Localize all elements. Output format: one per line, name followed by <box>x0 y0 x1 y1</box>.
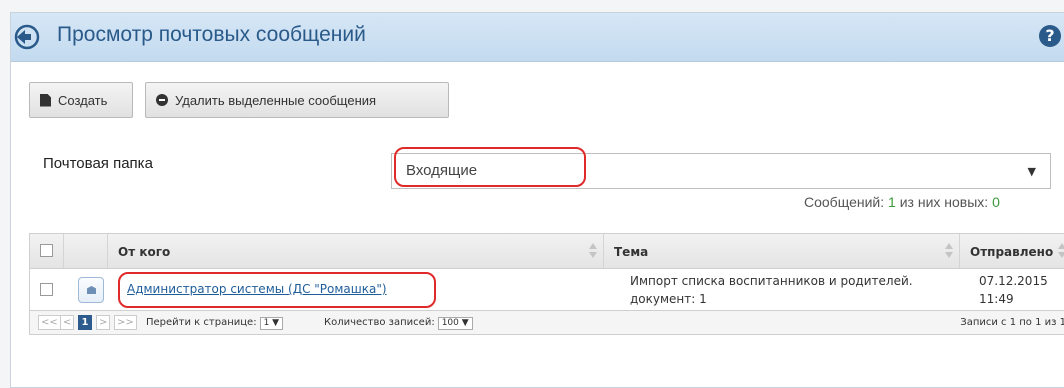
column-subject-label: Тема <box>614 245 649 259</box>
help-icon[interactable]: ? <box>1039 25 1061 47</box>
pager-first-button[interactable]: << <box>38 315 61 330</box>
records-count-select[interactable]: 100 ▼ <box>437 317 473 330</box>
row-checkbox[interactable] <box>40 283 53 296</box>
column-sent-label: Отправлено <box>970 245 1054 259</box>
sort-icon <box>1058 243 1064 259</box>
document-icon <box>40 93 51 107</box>
pager: << < 1 > >> Перейти к странице: 1 ▼ Колич… <box>29 311 1064 335</box>
counts-total: 1 <box>888 194 896 210</box>
column-from-label: От кого <box>118 245 171 259</box>
back-arrow-icon[interactable] <box>14 24 40 50</box>
page-background: Просмотр почтовых сообщений ? Создать Уд… <box>0 0 1064 388</box>
row-subject: Импорт списка воспитанников и родителей.… <box>630 272 913 308</box>
row-sent-date: 07.12.2015 11:49 <box>979 272 1048 308</box>
page-title: Просмотр почтовых сообщений <box>57 23 366 46</box>
column-header-subject[interactable]: Тема <box>604 234 960 268</box>
pager-current-page[interactable]: 1 <box>78 315 92 330</box>
counts-new: 0 <box>992 194 1000 210</box>
column-header-from[interactable]: От кого <box>108 234 604 268</box>
create-button-label: Создать <box>58 92 108 108</box>
subject-line2: документ: 1 <box>630 292 707 306</box>
message-counts: Сообщений: 1 из них новых: 0 <box>804 194 1000 210</box>
goto-label: Перейти к странице: <box>146 317 257 328</box>
records-info: Записи с 1 по 1 из 1 <box>960 317 1064 328</box>
sort-icon <box>589 243 597 259</box>
dropdown-arrow-icon: ▼ <box>1027 165 1036 178</box>
folder-label: Почтовая папка <box>43 155 153 172</box>
pager-last-button[interactable]: >> <box>114 315 137 330</box>
records-per-page: Количество записей: 100 ▼ <box>324 317 473 330</box>
count-label: Количество записей: <box>324 317 435 328</box>
table-row[interactable]: Администратор системы (ДС "Ромашка") Имп… <box>29 269 1064 311</box>
envelope-icon[interactable] <box>78 277 104 303</box>
table-header: От кого Тема Отправлено <box>29 233 1064 269</box>
pager-prev-button[interactable]: < <box>60 315 75 330</box>
status-column-header <box>64 234 108 268</box>
delete-selected-button[interactable]: Удалить выделенные сообщения <box>145 82 449 118</box>
panel-header: Просмотр почтовых сообщений ? <box>11 13 1064 62</box>
counts-prefix: Сообщений: <box>804 194 885 210</box>
sent-date: 07.12.2015 <box>979 274 1048 288</box>
goto-page-select[interactable]: 1 ▼ <box>259 317 284 330</box>
sort-icon <box>945 243 953 259</box>
create-button[interactable]: Создать <box>29 82 133 118</box>
delete-button-label: Удалить выделенные сообщения <box>175 92 377 108</box>
goto-page: Перейти к странице: 1 ▼ <box>146 317 284 330</box>
subject-line1: Импорт списка воспитанников и родителей. <box>630 274 913 288</box>
minus-circle-icon <box>156 94 168 106</box>
highlight-sender <box>118 272 436 308</box>
sent-time: 11:49 <box>979 292 1014 306</box>
pager-next-button[interactable]: > <box>96 315 111 330</box>
select-all-checkbox[interactable] <box>40 244 53 257</box>
select-all-cell <box>30 234 64 268</box>
mail-panel: Просмотр почтовых сообщений ? Создать Уд… <box>10 12 1064 388</box>
column-header-sent[interactable]: Отправлено <box>960 234 1064 268</box>
counts-new-label: из них новых: <box>899 194 989 210</box>
highlight-folder <box>394 147 586 187</box>
